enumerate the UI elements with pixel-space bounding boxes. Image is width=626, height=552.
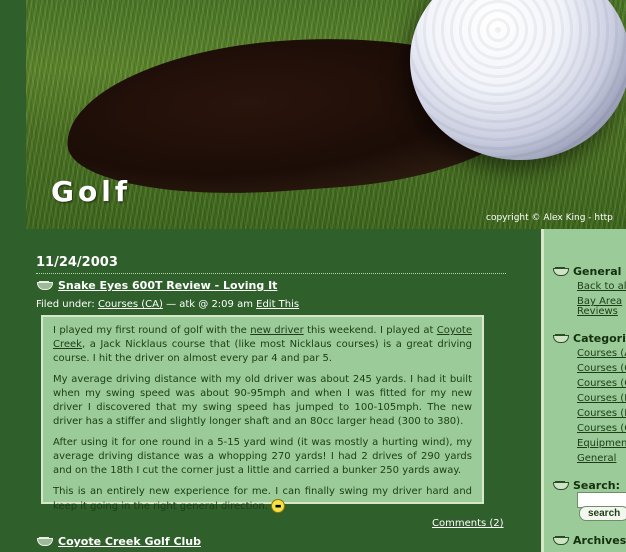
post-paragraph: I played my first round of golf with the…: [53, 324, 472, 366]
comments-link[interactable]: Comments (2): [432, 518, 504, 529]
text: , a Jack Nicklaus course that (like most…: [53, 339, 472, 364]
golf-cart-icon: [36, 280, 53, 291]
sidebar-category-item[interactable]: Courses (C: [577, 423, 626, 435]
post-date: 11/24/2003: [36, 255, 506, 274]
sidebar-category-item[interactable]: Equipmen: [577, 438, 626, 450]
post-title-link[interactable]: Snake Eyes 600T Review - Loving It: [58, 279, 277, 292]
heading-label: Archives:: [573, 534, 626, 547]
sidebar-category-item[interactable]: General: [577, 453, 616, 465]
golf-cart-icon: [552, 535, 569, 546]
post-meta: Filed under: Courses (CA) — atk @ 2:09 a…: [36, 299, 299, 310]
header-banner: Golf copyright © Alex King - http: [26, 0, 626, 229]
next-post-title-row: Coyote Creek Golf Club: [36, 535, 201, 548]
sidebar-link-reviews[interactable]: Reviews: [577, 306, 618, 318]
post-title-row: Snake Eyes 600T Review - Loving It: [36, 279, 277, 292]
search-button[interactable]: search: [579, 506, 626, 521]
heading-label: Categorie: [573, 332, 626, 345]
cool-smiley-icon: ▬: [271, 499, 286, 513]
edit-link[interactable]: Edit This: [256, 299, 299, 310]
page: Golf copyright © Alex King - http 11/24/…: [0, 0, 626, 552]
golf-cart-icon: [552, 333, 569, 344]
meta-prefix: Filed under:: [36, 299, 95, 310]
next-post-title-link[interactable]: Coyote Creek Golf Club: [58, 535, 201, 548]
text: This is an entirely new experience for m…: [53, 486, 472, 512]
post-paragraph: My average driving distance with my old …: [53, 374, 472, 427]
sidebar: General Back to al Bay Area Reviews Cate…: [541, 229, 626, 552]
main-content: 11/24/2003 Snake Eyes 600T Review - Lovi…: [26, 229, 541, 552]
heading-label: Search:: [573, 479, 620, 492]
sidebar-category-item[interactable]: Courses (I: [577, 393, 626, 405]
golf-cart-icon: [36, 536, 53, 547]
copyright-text: copyright © Alex King - http: [486, 213, 613, 223]
golf-cart-icon: [552, 480, 569, 491]
new-driver-link[interactable]: new driver: [250, 325, 303, 336]
sidebar-search-heading: Search:: [552, 479, 620, 492]
site-title[interactable]: Golf: [51, 175, 131, 208]
sidebar-general-heading: General: [552, 265, 621, 278]
text: I played my first round of golf with the: [53, 325, 247, 336]
golf-cart-icon: [552, 266, 569, 277]
sidebar-link-back[interactable]: Back to al: [577, 281, 626, 293]
sidebar-archives-heading: Archives:: [552, 534, 626, 547]
post-paragraph: This is an entirely new experience for m…: [53, 485, 472, 514]
sidebar-category-item[interactable]: Courses (I: [577, 408, 626, 420]
text: this weekend. I played at: [307, 325, 434, 336]
heading-label: General: [573, 265, 622, 278]
meta-author-time: — atk @ 2:09 am: [166, 299, 253, 310]
sidebar-category-item[interactable]: Courses (A: [577, 348, 626, 360]
category-link[interactable]: Courses (CA): [98, 299, 163, 310]
post-paragraph: After using it for one round in a 5-15 y…: [53, 437, 472, 476]
sidebar-categories-heading: Categorie: [552, 332, 626, 345]
sidebar-category-item[interactable]: Courses (C: [577, 363, 626, 375]
post-body: I played my first round of golf with the…: [41, 315, 484, 513]
sidebar-category-item[interactable]: Courses (C: [577, 378, 626, 390]
comments-link-wrap: Comments (2): [432, 518, 504, 529]
